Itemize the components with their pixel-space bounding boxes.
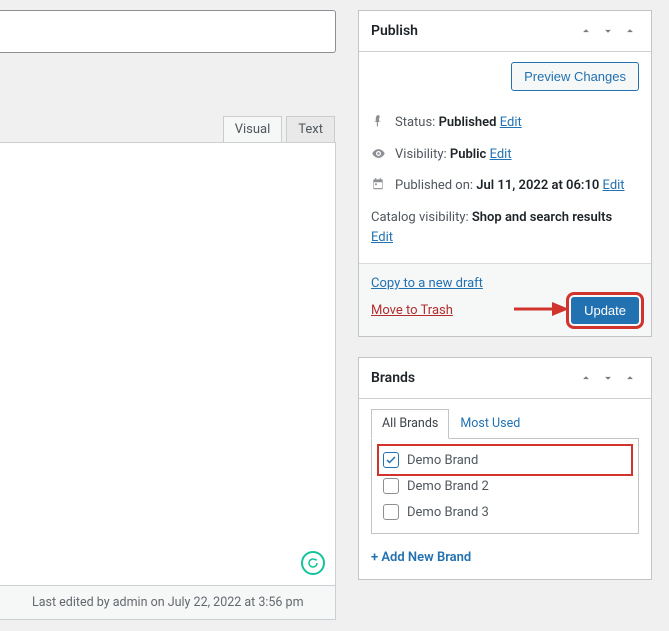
checkbox-icon[interactable] [383,504,399,520]
published-text: Published on: Jul 11, 2022 at 06:10 Edit [395,176,639,196]
published-label: Published on: [395,178,473,193]
visibility-text: Visibility: Public Edit [395,145,639,165]
editor-column: Visual Text Last edited by admin on July… [0,0,336,631]
copy-to-draft-link[interactable]: Copy to a new draft [371,276,483,291]
visibility-edit-link[interactable]: Edit [490,147,512,162]
tab-text[interactable]: Text [286,116,335,142]
content-editor[interactable] [0,142,336,586]
editor-mode-tabs: Visual Text [223,116,335,142]
status-value: Published [439,115,497,130]
post-title-input[interactable] [0,10,336,53]
brands-tabs: All Brands Most Used [359,399,651,438]
brand-label: Demo Brand 2 [407,479,489,494]
grammarly-icon[interactable] [301,551,325,575]
publish-panel-title: Publish [371,23,418,39]
update-button[interactable]: Update [571,297,639,324]
status-row: Status: Published Edit [371,107,639,139]
catalog-row: Catalog visibility: Shop and search resu… [371,202,639,254]
status-edit-link[interactable]: Edit [500,115,522,130]
brands-checklist: Demo Brand Demo Brand 2 Demo Brand 3 [371,438,639,534]
visibility-row: Visibility: Public Edit [371,139,639,171]
preview-changes-button[interactable]: Preview Changes [511,62,639,91]
panel-move-down-icon[interactable] [597,367,619,389]
add-new-brand-link[interactable]: + Add New Brand [371,550,471,565]
tab-visual[interactable]: Visual [223,116,283,142]
preview-row: Preview Changes [359,52,651,101]
brands-panel: Brands All Brands Most Used Demo Brand [358,357,652,580]
brands-panel-title: Brands [371,370,415,386]
catalog-label: Catalog visibility: [371,210,469,225]
editor-footer: Last edited by admin on July 22, 2022 at… [0,586,336,620]
tab-most-used[interactable]: Most Used [449,409,531,438]
sidebar: Publish Preview Changes Status: Publishe… [358,10,652,600]
published-row: Published on: Jul 11, 2022 at 06:10 Edit [371,170,639,202]
pin-icon [371,114,387,128]
catalog-value: Shop and search results [472,210,612,225]
panel-move-up-icon[interactable] [575,20,597,42]
add-brand-row: + Add New Brand [359,546,651,579]
publish-actions: Copy to a new draft Move to Trash Update [359,263,651,336]
status-text: Status: Published Edit [395,113,639,133]
eye-icon [371,146,387,161]
brand-item[interactable]: Demo Brand 3 [380,499,630,525]
brand-item[interactable]: Demo Brand 2 [380,473,630,499]
brand-label: Demo Brand 3 [407,505,489,520]
visibility-label: Visibility: [395,147,447,162]
update-row: Move to Trash Update [371,297,639,324]
status-label: Status: [395,115,435,130]
panel-toggle-icon[interactable] [619,20,641,42]
tab-all-brands[interactable]: All Brands [371,409,449,439]
panel-toggle-icon[interactable] [619,367,641,389]
publish-panel-header: Publish [359,11,651,52]
copy-draft-row: Copy to a new draft [371,276,639,291]
panel-move-down-icon[interactable] [597,20,619,42]
brand-label: Demo Brand [407,453,478,468]
brands-panel-header: Brands [359,358,651,399]
publish-meta: Status: Published Edit Visibility: Publi… [359,101,651,263]
checkbox-checked-icon[interactable] [383,452,399,468]
published-edit-link[interactable]: Edit [603,178,625,193]
panel-controls [575,20,641,42]
publish-panel: Publish Preview Changes Status: Publishe… [358,10,652,337]
panel-controls [575,367,641,389]
checkbox-icon[interactable] [383,478,399,494]
panel-move-up-icon[interactable] [575,367,597,389]
visibility-value: Public [450,147,486,162]
published-value: Jul 11, 2022 at 06:10 [476,178,599,193]
catalog-edit-link[interactable]: Edit [371,230,393,245]
move-to-trash-link[interactable]: Move to Trash [371,303,453,318]
calendar-icon [371,177,387,191]
brand-item[interactable]: Demo Brand [380,447,630,473]
last-edited-text: Last edited by admin on July 22, 2022 at… [32,595,304,610]
